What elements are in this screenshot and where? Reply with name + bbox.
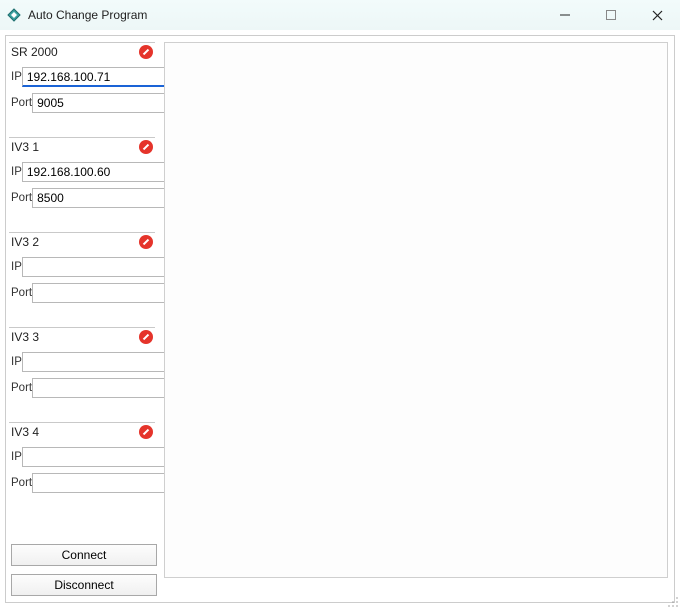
ip-label: IP: [9, 356, 22, 368]
close-button[interactable]: [634, 0, 680, 30]
connect-button[interactable]: Connect: [11, 544, 157, 566]
app-icon: [6, 7, 22, 23]
status-disconnected-icon: [139, 45, 153, 59]
resize-grip-icon[interactable]: [667, 596, 679, 608]
main-frame: SR 2000 IP Port IV3 1: [5, 35, 675, 603]
device-group-label: IV3 4: [11, 425, 139, 439]
device-group-label: IV3 2: [11, 235, 139, 249]
device-group-iv3-3: IV3 3 IP Port: [9, 327, 155, 398]
ip-label: IP: [9, 166, 22, 178]
status-disconnected-icon: [139, 425, 153, 439]
status-disconnected-icon: [139, 330, 153, 344]
device-group-iv3-1: IV3 1 IP Port: [9, 137, 155, 208]
window-title: Auto Change Program: [28, 8, 147, 22]
ip-label: IP: [9, 261, 22, 273]
device-group-label: IV3 1: [11, 140, 139, 154]
device-group-iv3-4: IV3 4 IP Port: [9, 422, 155, 493]
status-disconnected-icon: [139, 235, 153, 249]
titlebar: Auto Change Program: [0, 0, 680, 30]
status-disconnected-icon: [139, 140, 153, 154]
ip-input-iv3-2[interactable]: [22, 257, 187, 277]
device-group-label: IV3 3: [11, 330, 139, 344]
port-label: Port: [9, 192, 32, 204]
ip-input-iv3-4[interactable]: [22, 447, 187, 467]
ip-input-iv3-1[interactable]: [22, 162, 187, 182]
port-label: Port: [9, 477, 32, 489]
device-group-iv3-2: IV3 2 IP Port: [9, 232, 155, 303]
ip-input-sr2000[interactable]: [22, 67, 187, 87]
minimize-button[interactable]: [542, 0, 588, 30]
ip-label: IP: [9, 71, 22, 83]
port-label: Port: [9, 287, 32, 299]
device-group-label: SR 2000: [11, 45, 139, 59]
disconnect-button[interactable]: Disconnect: [11, 574, 157, 596]
window-controls: [542, 0, 680, 30]
ip-label: IP: [9, 451, 22, 463]
maximize-button[interactable]: [588, 0, 634, 30]
content-panel: [164, 42, 668, 578]
device-group-sr2000: SR 2000 IP Port: [9, 42, 155, 113]
sidebar: SR 2000 IP Port IV3 1: [6, 36, 158, 602]
port-label: Port: [9, 97, 32, 109]
ip-input-iv3-3[interactable]: [22, 352, 187, 372]
port-label: Port: [9, 382, 32, 394]
